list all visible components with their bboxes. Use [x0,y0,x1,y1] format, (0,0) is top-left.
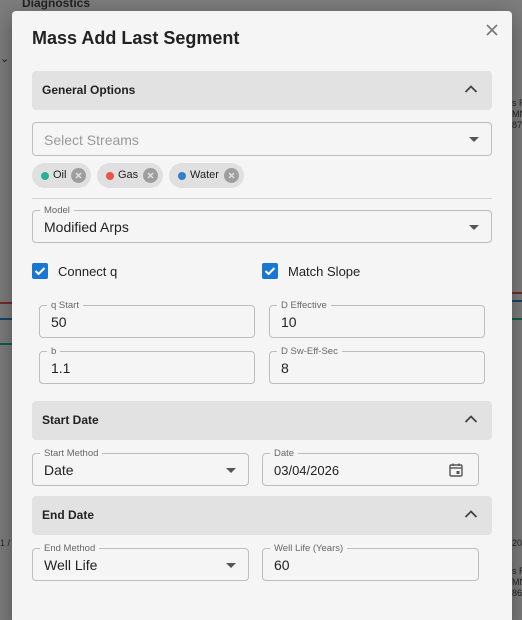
d-sw-eff-sec-field[interactable]: D Sw-Eff-Sec 8 [269,346,485,384]
start-date-field[interactable]: Date 03/04/2026 [262,448,479,486]
section-label: General Options [42,83,136,97]
chip-label: Gas [118,169,139,181]
match-slope-checkbox[interactable]: Match Slope [262,262,392,282]
start-method-select[interactable]: Start Method Date [32,448,249,486]
streams-placeholder: Select Streams [44,132,139,148]
chip-gas[interactable]: Gas [97,163,163,188]
d-sw-value: 8 [281,360,289,376]
oil-dot-icon [41,172,49,180]
caret-down-icon [226,563,236,568]
connect-q-checkbox[interactable]: Connect q [32,262,152,282]
q-start-field[interactable]: q Start 50 [39,300,255,338]
start-method-value: Date [44,462,74,478]
water-dot-icon [178,172,186,180]
d-effective-value: 10 [281,314,297,330]
well-life-label: Well Life (Years) [270,543,348,554]
checkbox-checked-icon[interactable] [32,263,48,279]
end-method-select[interactable]: End Method Well Life [32,543,249,581]
start-date-header[interactable]: Start Date [32,401,492,440]
section-label: End Date [42,508,95,522]
model-label: Model [40,205,74,216]
chevron-up-icon [464,85,478,93]
end-method-label: End Method [40,543,100,554]
chip-water[interactable]: Water [169,163,244,188]
checkbox-checked-icon[interactable] [262,263,278,279]
streams-select[interactable]: Select Streams [32,122,492,156]
d-sw-label: D Sw-Eff-Sec [277,346,342,357]
caret-down-icon [469,137,479,142]
chevron-up-icon [464,510,478,518]
general-options-header[interactable]: General Options [32,71,492,110]
end-method-value: Well Life [44,557,98,573]
connect-q-label: Connect q [58,264,118,279]
caret-down-icon [469,225,479,230]
section-label: Start Date [42,413,99,427]
gas-dot-icon [106,172,114,180]
date-value: 03/04/2026 [274,463,340,478]
dialog-title: Mass Add Last Segment [32,28,240,48]
close-icon[interactable] [484,22,500,38]
chip-label: Oil [53,169,67,181]
b-value: 1.1 [51,360,71,376]
q-start-label: q Start [47,300,83,311]
caret-down-icon [226,468,236,473]
remove-chip-icon[interactable] [224,168,239,183]
chip-oil[interactable]: Oil [32,163,91,188]
d-effective-label: D Effective [277,300,331,311]
well-life-value: 60 [274,557,290,573]
calendar-icon[interactable] [448,462,464,478]
divider [32,198,492,199]
d-effective-field[interactable]: D Effective 10 [269,300,485,338]
chip-label: Water [190,169,219,181]
b-label: b [47,346,61,357]
start-method-label: Start Method [40,448,103,459]
remove-chip-icon[interactable] [143,168,158,183]
well-life-field[interactable]: Well Life (Years) 60 [262,543,479,581]
mass-add-dialog: Mass Add Last Segment General Options Se… [12,11,512,620]
match-slope-label: Match Slope [288,264,361,279]
model-select[interactable]: Model Modified Arps [32,205,492,243]
date-label: Date [270,448,299,459]
end-date-header[interactable]: End Date [32,496,492,535]
b-field[interactable]: b 1.1 [39,346,255,384]
model-value: Modified Arps [44,219,129,235]
q-start-value: 50 [51,314,67,330]
chevron-up-icon [464,415,478,423]
remove-chip-icon[interactable] [71,168,86,183]
